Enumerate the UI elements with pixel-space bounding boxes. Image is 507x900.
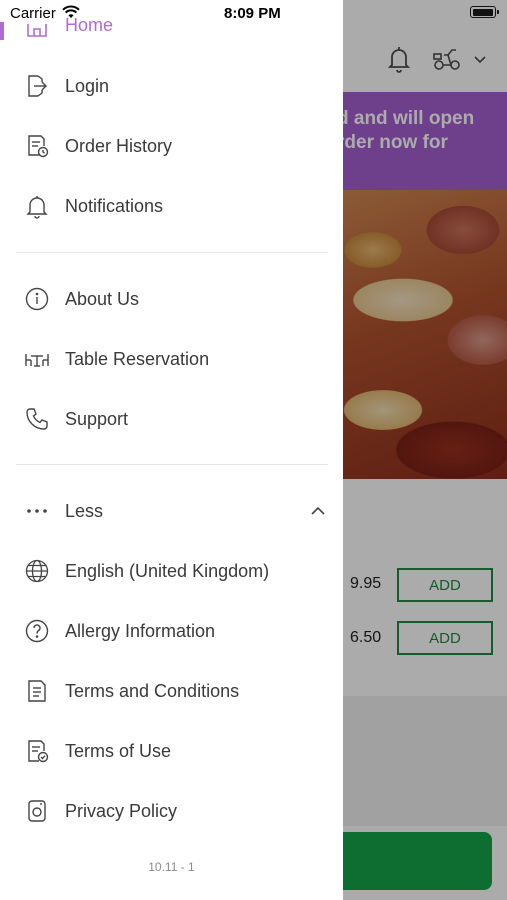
menu-item-label: Less <box>65 500 104 521</box>
chevron-down-icon[interactable] <box>474 54 486 64</box>
carrier-label: Carrier <box>10 5 56 22</box>
menu-item-label: Notifications <box>65 195 164 216</box>
app-version: 10.11 - 1 <box>148 860 195 874</box>
menu-item-label: Support <box>65 408 129 429</box>
battery-icon <box>470 6 499 18</box>
info-icon <box>24 286 50 312</box>
order-history-icon <box>24 133 50 159</box>
document-icon <box>24 678 50 704</box>
menu-item-label: Login <box>65 75 110 96</box>
menu-item-label: English (United Kingdom) <box>65 560 270 581</box>
menu-item-label: Terms of Use <box>65 740 172 761</box>
menu-item-label: About Us <box>65 288 140 309</box>
menu-item-allergy-information[interactable]: Allergy Information <box>0 611 343 651</box>
globe-icon <box>24 558 50 584</box>
bell-icon <box>24 193 50 219</box>
menu-item-order-history[interactable]: Order History <box>0 126 343 166</box>
menu-item-terms-of-use[interactable]: Terms of Use <box>0 731 343 771</box>
chevron-up-icon <box>311 506 325 515</box>
login-icon <box>24 73 50 99</box>
scooter-icon[interactable] <box>432 46 462 72</box>
more-dots-icon <box>24 498 50 524</box>
menu-item-label: Allergy Information <box>65 620 216 641</box>
menu-item-privacy-policy[interactable]: Privacy Policy <box>0 791 343 831</box>
status-bar: Carrier 8:09 PM <box>0 0 507 28</box>
menu-item-table-reservation[interactable]: Table Reservation <box>0 339 343 379</box>
menu-item-label: Privacy Policy <box>65 800 178 821</box>
divider <box>16 252 328 253</box>
menu-item-support[interactable]: Support <box>0 399 343 439</box>
table-icon <box>24 346 50 372</box>
divider <box>16 464 328 465</box>
menu-item-label: Table Reservation <box>65 348 210 369</box>
menu-item-terms-and-conditions[interactable]: Terms and Conditions <box>0 671 343 711</box>
navigation-drawer: Home Login Order History Notifications A… <box>0 0 343 900</box>
menu-item-less-toggle[interactable]: Less <box>0 491 343 531</box>
question-icon <box>24 618 50 644</box>
menu-item-about-us[interactable]: About Us <box>0 279 343 319</box>
document-check-icon <box>24 738 50 764</box>
menu-item-language[interactable]: English (United Kingdom) <box>0 551 343 591</box>
bell-icon[interactable] <box>386 44 412 74</box>
menu-item-label: Terms and Conditions <box>65 680 240 701</box>
clock: 8:09 PM <box>224 5 281 22</box>
menu-item-login[interactable]: Login <box>0 66 343 106</box>
menu-item-notifications[interactable]: Notifications <box>0 186 343 226</box>
wifi-icon <box>62 5 80 18</box>
phone-icon <box>24 406 50 432</box>
privacy-icon <box>24 798 50 824</box>
menu-item-label: Order History <box>65 135 173 156</box>
